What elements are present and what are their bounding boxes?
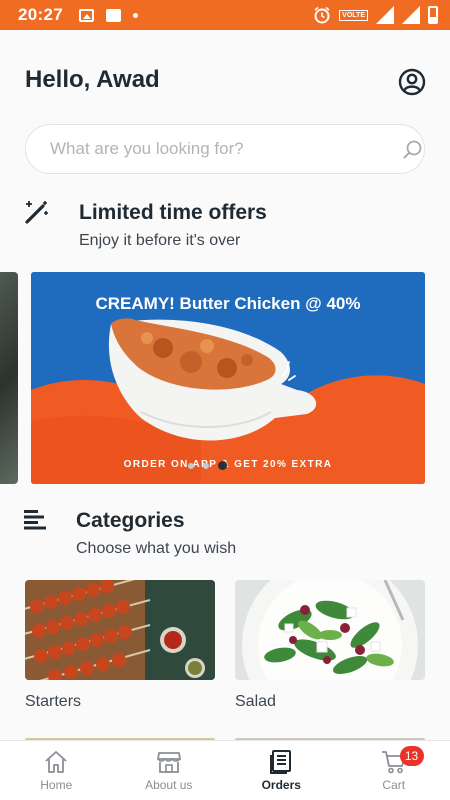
bottom-navigation: Home About us Orders Cart 13 — [0, 740, 450, 800]
nav-cart[interactable]: Cart 13 — [338, 741, 450, 800]
offer-banner[interactable]: CREAMY! Butter Chicken @ 40% ORDER ON AP… — [31, 272, 425, 484]
home-icon — [45, 751, 67, 773]
category-label-starters: Starters — [25, 693, 82, 710]
category-card-salad[interactable] — [235, 580, 425, 680]
cart-count-badge: 13 — [399, 746, 424, 766]
nav-orders-label: Orders — [261, 778, 301, 792]
store-icon — [156, 752, 181, 773]
more-notifications-icon — [132, 12, 138, 18]
image-notification-icon — [78, 8, 94, 22]
message-notification-icon — [105, 8, 121, 22]
search-icon[interactable] — [402, 139, 424, 161]
nav-cart-label: Cart — [382, 778, 406, 792]
magic-wand-icon — [25, 201, 48, 224]
nav-home-label: Home — [40, 778, 73, 792]
starters-image — [25, 580, 215, 680]
greeting-title: Hello, Awad — [25, 66, 160, 93]
offers-title: Limited time offers — [79, 201, 267, 224]
alarm-icon — [314, 6, 330, 24]
battery-icon — [428, 6, 438, 24]
menu-lines-icon — [24, 510, 46, 530]
carousel-dot[interactable] — [188, 462, 194, 469]
carousel-dot-active[interactable] — [218, 461, 227, 470]
banner-footer-text: ORDER ON APP & GET 20% EXTRA — [123, 459, 333, 470]
account-circle-icon[interactable] — [398, 68, 426, 96]
category-card-starters[interactable] — [25, 580, 215, 680]
volte-badge: VOLTE — [339, 9, 368, 21]
nav-about-us[interactable]: About us — [113, 741, 226, 800]
carousel-indicator — [188, 461, 227, 470]
category-label-salad: Salad — [235, 693, 276, 710]
salad-image — [235, 580, 425, 680]
cell-signal-icon — [376, 6, 394, 24]
nav-home[interactable]: Home — [0, 741, 113, 800]
nav-orders[interactable]: Orders — [225, 741, 338, 800]
categories-title: Categories — [76, 509, 185, 532]
search-bar[interactable] — [25, 124, 425, 174]
banner-headline: CREAMY! Butter Chicken @ 40% — [95, 294, 361, 313]
cell-signal-2-icon — [402, 6, 420, 24]
status-bar: 20:27 VOLTE — [0, 0, 450, 30]
orders-list-icon — [270, 750, 292, 774]
categories-subtitle: Choose what you wish — [76, 540, 237, 557]
search-input[interactable] — [50, 125, 370, 173]
offers-subtitle: Enjoy it before it's over — [79, 232, 241, 249]
previous-offer-banner[interactable] — [0, 272, 18, 484]
system-icons: VOLTE — [313, 6, 438, 24]
nav-about-us-label: About us — [145, 778, 193, 792]
carousel-dot[interactable] — [203, 462, 209, 469]
status-time: 20:27 — [18, 5, 63, 24]
notification-icons — [78, 8, 138, 22]
